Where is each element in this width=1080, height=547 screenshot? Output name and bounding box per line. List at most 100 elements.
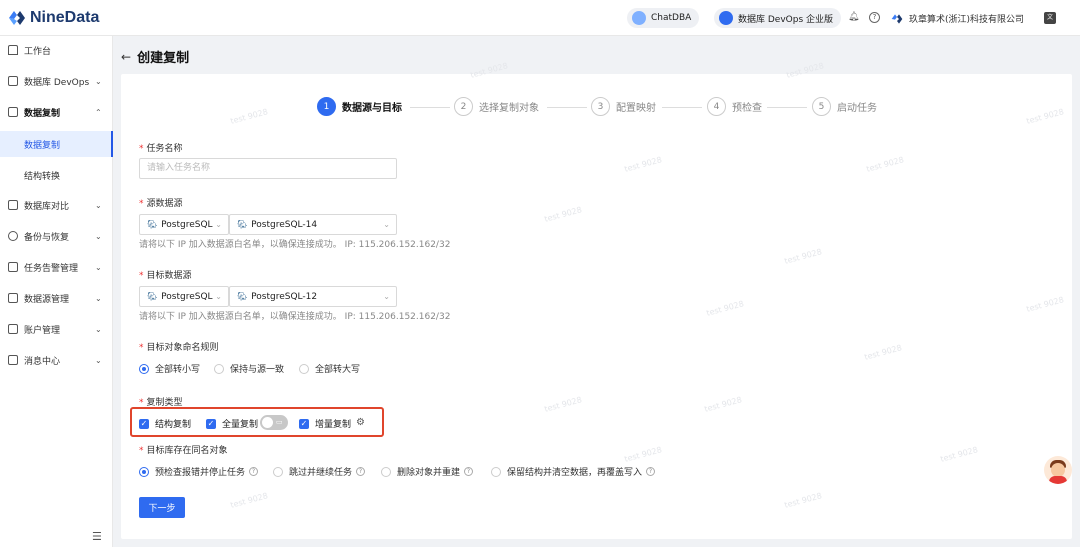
postgresql-icon: 🐘︎	[147, 220, 158, 229]
help-icon[interactable]: ?	[464, 467, 474, 476]
step-5: 5 启动任务	[812, 97, 877, 116]
backup-icon	[8, 231, 18, 241]
collapse-sidebar-icon[interactable]: ☰	[92, 530, 102, 543]
sidebar-item-alerts[interactable]: 任务告警管理 ⌄	[0, 254, 113, 280]
toggle-glyph-icon: ▭	[276, 418, 283, 426]
checkbox-checked: ✓	[139, 418, 149, 429]
naming-option-keep[interactable]: 保持与源一致	[214, 362, 284, 375]
sidebar-item-label: 数据源管理	[24, 294, 70, 305]
naming-option-lowercase[interactable]: 全部转小写	[139, 362, 200, 375]
chevron-down-icon: ⌄	[95, 76, 102, 86]
sidebar-subitem-data-replication[interactable]: 数据复制	[0, 131, 113, 157]
replication-icon	[8, 107, 18, 117]
support-avatar[interactable]	[1044, 456, 1072, 484]
copy-type-full[interactable]: ✓ 全量复制	[206, 417, 258, 430]
conflict-option-skip[interactable]: 跳过并继续任务 ?	[273, 465, 366, 478]
checkbox-checked: ✓	[299, 418, 309, 429]
required-mark: *	[139, 199, 144, 209]
required-mark: *	[139, 144, 144, 154]
chevron-down-icon: ⌄	[95, 262, 102, 272]
sidebar-item-label: 结构转换	[24, 171, 61, 182]
company-name: 玖章算术(浙江)科技有限公司	[909, 15, 1025, 25]
sidebar-item-label: 数据库对比	[24, 201, 70, 212]
step-number: 2	[454, 97, 473, 116]
language-icon[interactable]: 文	[1044, 12, 1056, 24]
gear-icon[interactable]: ⚙	[356, 417, 365, 428]
step-label: 预检查	[732, 103, 762, 114]
company-logo-icon	[891, 13, 903, 24]
company-switcher[interactable]: 玖章算术(浙江)科技有限公司	[891, 12, 1024, 25]
full-copy-toggle[interactable]: ▭	[260, 415, 288, 430]
conflict-option-truncate[interactable]: 保留结构并清空数据，再覆盖写入 ?	[491, 465, 656, 478]
step-label: 启动任务	[837, 103, 877, 114]
ninedata-logo-icon	[9, 11, 25, 25]
logo[interactable]: NineData	[8, 9, 99, 27]
compare-icon	[8, 200, 18, 210]
step-4: 4 预检查	[707, 97, 762, 116]
logo-text: NineData	[30, 9, 100, 26]
chevron-down-icon: ⌄	[383, 292, 390, 301]
sidebar-item-accounts[interactable]: 账户管理 ⌄	[0, 316, 113, 342]
chatdba-button[interactable]: ChatDBA	[627, 8, 700, 28]
step-number: 3	[591, 97, 610, 116]
source-label: * 源数据源	[139, 199, 183, 209]
chevron-down-icon: ⌄	[95, 293, 102, 303]
step-label: 配置映射	[616, 103, 656, 114]
sidebar-item-label: 数据库 DevOps	[24, 77, 90, 88]
page-title: 创建复制	[137, 51, 190, 66]
help-icon[interactable]: ?	[249, 467, 259, 476]
radio-unselected	[214, 363, 224, 374]
sidebar-item-replication[interactable]: 数据复制 ⌃	[0, 99, 113, 125]
next-button[interactable]: 下一步	[139, 497, 185, 518]
radio-selected	[139, 363, 149, 374]
target-type-select[interactable]: 🐘︎ PostgreSQL ⌄	[139, 286, 229, 307]
source-instance-value: PostgreSQL-14	[251, 219, 318, 230]
source-type-value: PostgreSQL	[161, 219, 213, 230]
radio-unselected	[381, 466, 391, 477]
monitor-icon	[8, 76, 18, 86]
source-ip-hint: 请将以下 IP 加入数据源白名单，以确保连接成功。 IP: 115.206.15…	[139, 240, 451, 250]
task-name-input[interactable]: 请输入任务名称	[139, 158, 397, 179]
copy-type-incremental[interactable]: ✓ 增量复制	[299, 417, 351, 430]
sidebar-item-devops[interactable]: 数据库 DevOps ⌄	[0, 68, 113, 94]
avatar-shirt	[1049, 476, 1067, 484]
naming-option-uppercase[interactable]: 全部转大写	[299, 362, 360, 375]
radio-selected	[139, 466, 149, 477]
sidebar-item-backup[interactable]: 备份与恢复 ⌄	[0, 223, 113, 249]
sidebar-item-messages[interactable]: 消息中心 ⌄	[0, 347, 113, 373]
source-instance-select[interactable]: 🐘︎ PostgreSQL-14 ⌄	[229, 214, 397, 235]
help-icon[interactable]: ?	[356, 467, 366, 476]
sidebar-item-datasources[interactable]: 数据源管理 ⌄	[0, 285, 113, 311]
sidebar-item-label: 任务告警管理	[24, 263, 79, 274]
sidebar-item-compare[interactable]: 数据库对比 ⌄	[0, 192, 113, 218]
postgresql-icon: 🐘︎	[237, 220, 248, 229]
checkbox-checked: ✓	[206, 418, 216, 429]
notification-icon[interactable]: 🔔︎	[848, 12, 859, 23]
target-instance-select[interactable]: 🐘︎ PostgreSQL-12 ⌄	[229, 286, 397, 307]
radio-unselected	[273, 466, 283, 477]
avatar-face	[1051, 463, 1065, 477]
step-label: 选择复制对象	[479, 103, 539, 114]
chevron-down-icon: ⌄	[215, 220, 222, 229]
sidebar-item-workbench[interactable]: 工作台	[0, 37, 113, 63]
postgresql-icon: 🐘︎	[147, 292, 158, 301]
sidebar: 工作台 数据库 DevOps ⌄ 数据复制 ⌃ 数据复制 结构转换 数据库对比 …	[0, 36, 113, 547]
step-number: 1	[317, 97, 336, 116]
required-mark: *	[139, 343, 144, 353]
sidebar-subitem-schema-conversion[interactable]: 结构转换	[0, 162, 113, 188]
sidebar-item-label: 工作台	[24, 46, 52, 57]
help-icon[interactable]: ?	[646, 467, 656, 476]
chevron-down-icon: ⌄	[95, 324, 102, 334]
task-name-label: * 任务名称	[139, 144, 183, 154]
source-type-select[interactable]: 🐘︎ PostgreSQL ⌄	[139, 214, 229, 235]
conflict-option-rebuild[interactable]: 删除对象并重建 ?	[381, 465, 474, 478]
ai-icon	[632, 11, 646, 25]
copy-type-structure[interactable]: ✓ 结构复制	[139, 417, 191, 430]
edition-button[interactable]: 数据库 DevOps 企业版	[714, 8, 842, 28]
back-arrow-icon[interactable]: ←	[121, 50, 131, 64]
conflict-option-stop[interactable]: 预检查报错并停止任务 ?	[139, 465, 259, 478]
help-icon[interactable]: ?	[869, 12, 880, 23]
radio-unselected	[299, 363, 309, 374]
conflict-label: * 目标库存在同名对象	[139, 446, 228, 456]
edition-label: 数据库 DevOps 企业版	[738, 14, 834, 25]
